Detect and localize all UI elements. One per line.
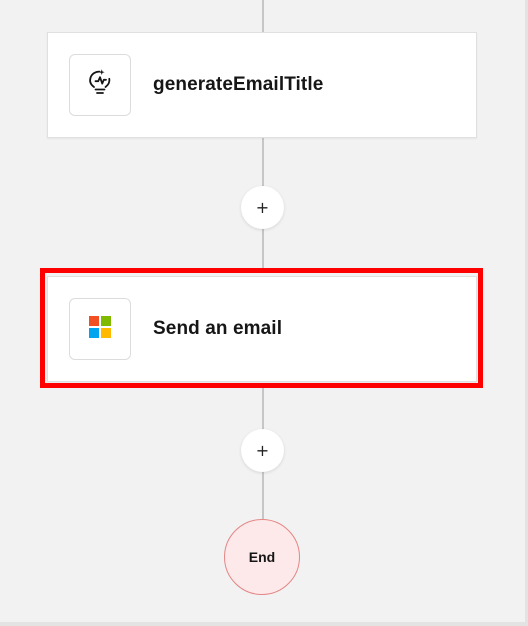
- plus-icon: +: [255, 198, 270, 217]
- canvas-bottom-border: [0, 622, 528, 626]
- plus-icon: +: [255, 441, 270, 460]
- end-label: End: [248, 549, 276, 565]
- flow-step-generate-email-title[interactable]: generateEmailTitle: [47, 32, 477, 138]
- add-step-button[interactable]: +: [241, 429, 284, 472]
- step-label: generateEmailTitle: [153, 74, 324, 95]
- selection-highlight: [40, 268, 483, 388]
- step-icon-box: [69, 54, 131, 116]
- add-step-button[interactable]: +: [241, 186, 284, 229]
- lightbulb-spark-icon: [87, 68, 113, 102]
- end-node[interactable]: End: [224, 519, 300, 595]
- connector-top: [262, 0, 264, 32]
- flow-canvas: generateEmailTitle + Send an email + End: [0, 0, 528, 626]
